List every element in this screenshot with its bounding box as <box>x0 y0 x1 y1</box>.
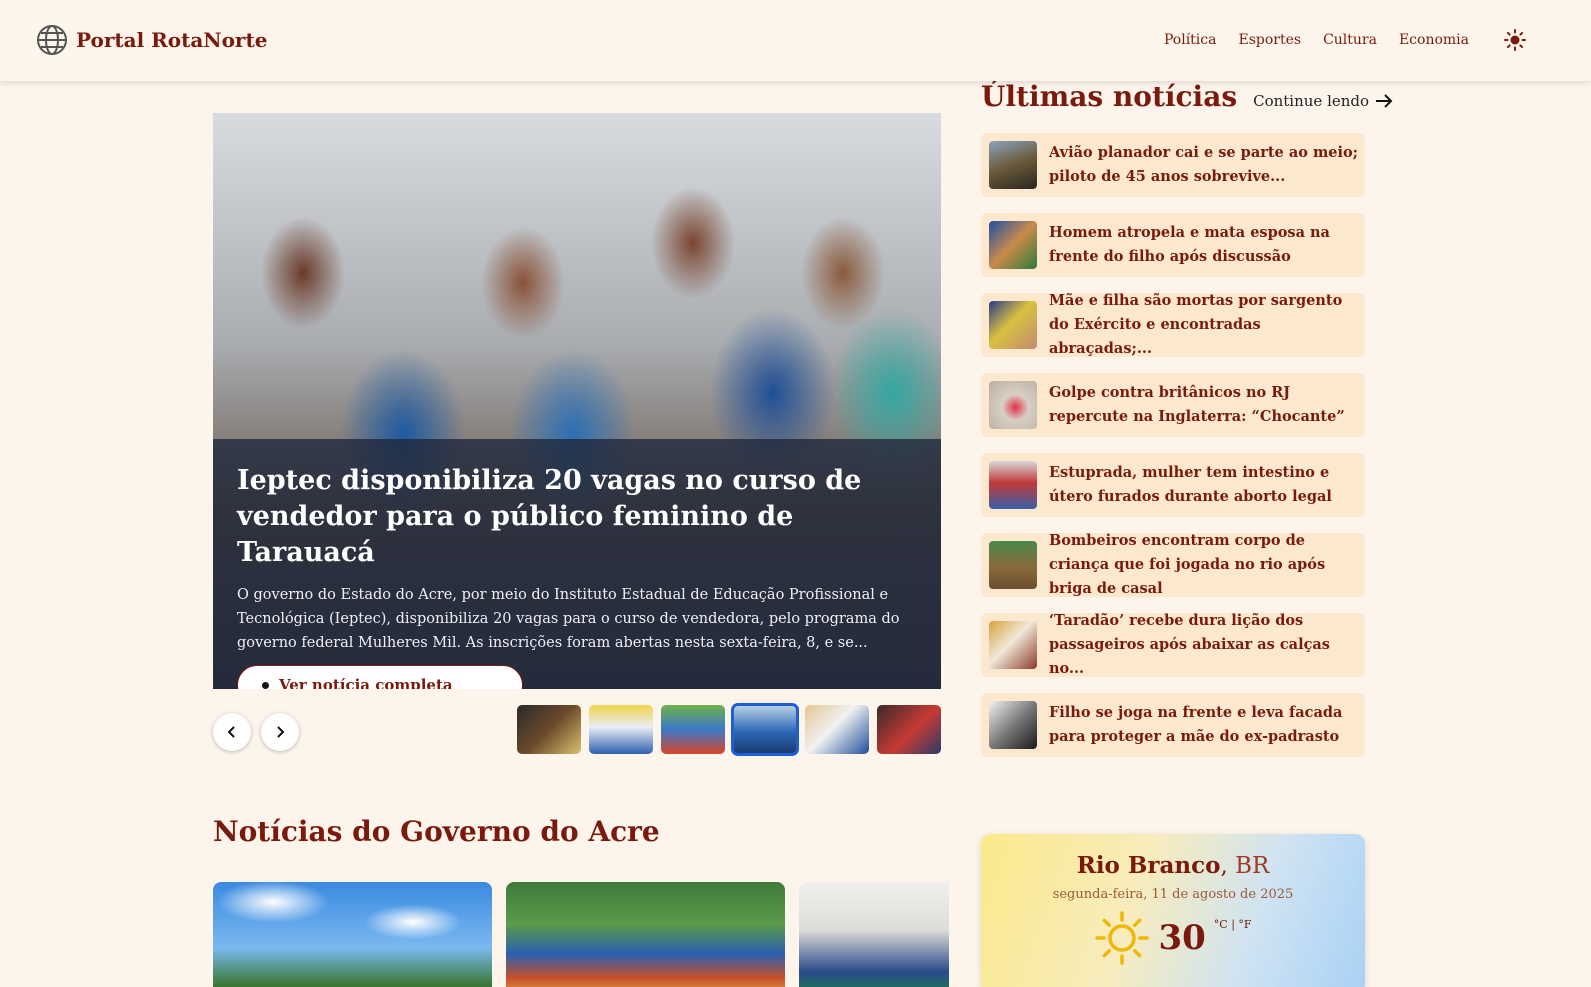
news-thumbnail <box>989 701 1037 749</box>
weather-city: Rio Branco <box>1076 852 1221 879</box>
news-item[interactable]: Estuprada, mulher tem intestino e útero … <box>981 453 1365 517</box>
news-item[interactable]: Mãe e filha são mortas por sargento do E… <box>981 292 1365 357</box>
next-slide-button[interactable] <box>261 713 299 751</box>
read-full-news-label: Ver notícia completa <box>279 676 453 689</box>
read-full-news-button[interactable]: Ver notícia completa <box>237 665 523 689</box>
weather-temperature: 30 <box>1158 918 1206 958</box>
carousel-thumbnail[interactable] <box>589 705 653 754</box>
brand-name: Portal RotaNorte <box>76 28 268 52</box>
carousel-thumbnail[interactable] <box>805 705 869 754</box>
nav-cultura[interactable]: Cultura <box>1323 32 1377 48</box>
news-thumbnail <box>989 541 1037 589</box>
news-headline: ‘Taradão’ recebe dura lição dos passagei… <box>1049 612 1330 677</box>
latest-news-header: Últimas notícias Continue lendo <box>981 80 1393 113</box>
hero-excerpt: O governo do Estado do Acre, por meio do… <box>237 587 900 651</box>
weather-widget: Rio Branco, BR segunda-feira, 11 de agos… <box>981 834 1365 987</box>
sun-icon <box>1504 29 1526 51</box>
news-headline: Filho se joga na frente e leva facada pa… <box>1049 704 1343 745</box>
globe-icon <box>37 25 67 55</box>
news-headline: Bombeiros encontram corpo de criança que… <box>1049 532 1326 597</box>
weather-date: segunda-feira, 11 de agosto de 2025 <box>1052 887 1294 902</box>
hero-caption: Ieptec disponibiliza 20 vagas no curso d… <box>213 439 941 689</box>
nav-politica[interactable]: Política <box>1164 32 1217 48</box>
news-thumbnail <box>989 141 1037 189</box>
brand[interactable]: Portal RotaNorte <box>36 24 267 56</box>
carousel-controls <box>213 713 299 751</box>
gov-news-title: Notícias do Governo do Acre <box>213 815 660 848</box>
news-item[interactable]: Golpe contra britânicos no RJ repercute … <box>981 373 1365 437</box>
news-thumbnail <box>989 461 1037 509</box>
hero-title[interactable]: Ieptec disponibiliza 20 vagas no curso d… <box>237 463 917 571</box>
news-headline: Avião planador cai e se parte ao meio; p… <box>1049 144 1359 185</box>
news-thumbnail <box>989 381 1037 429</box>
news-thumbnail <box>989 621 1037 669</box>
bullet-icon <box>262 681 269 689</box>
news-headline: Golpe contra britânicos no RJ repercute … <box>1049 384 1345 425</box>
news-headline: Estuprada, mulher tem intestino e útero … <box>1049 464 1332 505</box>
sun-icon <box>1095 911 1150 965</box>
chevron-left-icon <box>227 726 235 738</box>
latest-news-title: Últimas notícias <box>981 80 1238 113</box>
news-item[interactable]: Bombeiros encontram corpo de criança que… <box>981 532 1365 597</box>
news-thumbnail <box>989 221 1037 269</box>
carousel-thumbnail[interactable] <box>517 705 581 754</box>
nav-esportes[interactable]: Esportes <box>1238 32 1301 48</box>
nav-economia[interactable]: Economia <box>1399 32 1469 48</box>
weather-location: Rio Branco, BR <box>1076 852 1270 879</box>
gov-news-card[interactable] <box>213 882 492 987</box>
previous-slide-button[interactable] <box>213 713 251 751</box>
news-item[interactable]: Filho se joga na frente e leva facada pa… <box>981 693 1365 757</box>
carousel-thumbnail-active[interactable] <box>731 703 799 756</box>
hero-carousel[interactable]: Ieptec disponibiliza 20 vagas no curso d… <box>213 113 941 689</box>
weather-current: 30 °C | °F <box>981 910 1365 966</box>
news-thumbnail <box>989 301 1037 349</box>
news-item[interactable]: Avião planador cai e se parte ao meio; p… <box>981 133 1365 197</box>
gov-news-card[interactable] <box>799 882 949 987</box>
continue-reading-link[interactable]: Continue lendo <box>1253 92 1393 110</box>
news-item[interactable]: ‘Taradão’ recebe dura lição dos passagei… <box>981 612 1365 677</box>
news-headline: Mãe e filha são mortas por sargento do E… <box>1049 292 1343 357</box>
site-header: Portal RotaNorte Política Esportes Cultu… <box>0 0 1591 81</box>
main-nav: Política Esportes Cultura Economia <box>1164 28 1527 52</box>
news-item[interactable]: Homem atropela e mata esposa na frente d… <box>981 213 1365 277</box>
theme-toggle-button[interactable] <box>1503 28 1527 52</box>
carousel-thumbnails <box>517 703 941 756</box>
weather-country: BR <box>1235 853 1270 879</box>
chevron-right-icon <box>277 726 285 738</box>
unit-toggle[interactable]: °C | °F <box>1214 918 1252 931</box>
news-headline: Homem atropela e mata esposa na frente d… <box>1049 224 1330 265</box>
gov-news-card[interactable] <box>506 882 785 987</box>
gov-news-cards <box>213 882 949 987</box>
continue-reading-label: Continue lendo <box>1253 92 1370 110</box>
carousel-thumbnail[interactable] <box>877 705 941 754</box>
latest-news-list: Avião planador cai e se parte ao meio; p… <box>981 133 1365 773</box>
carousel-thumbnail[interactable] <box>661 705 725 754</box>
arrow-right-icon <box>1376 94 1393 108</box>
